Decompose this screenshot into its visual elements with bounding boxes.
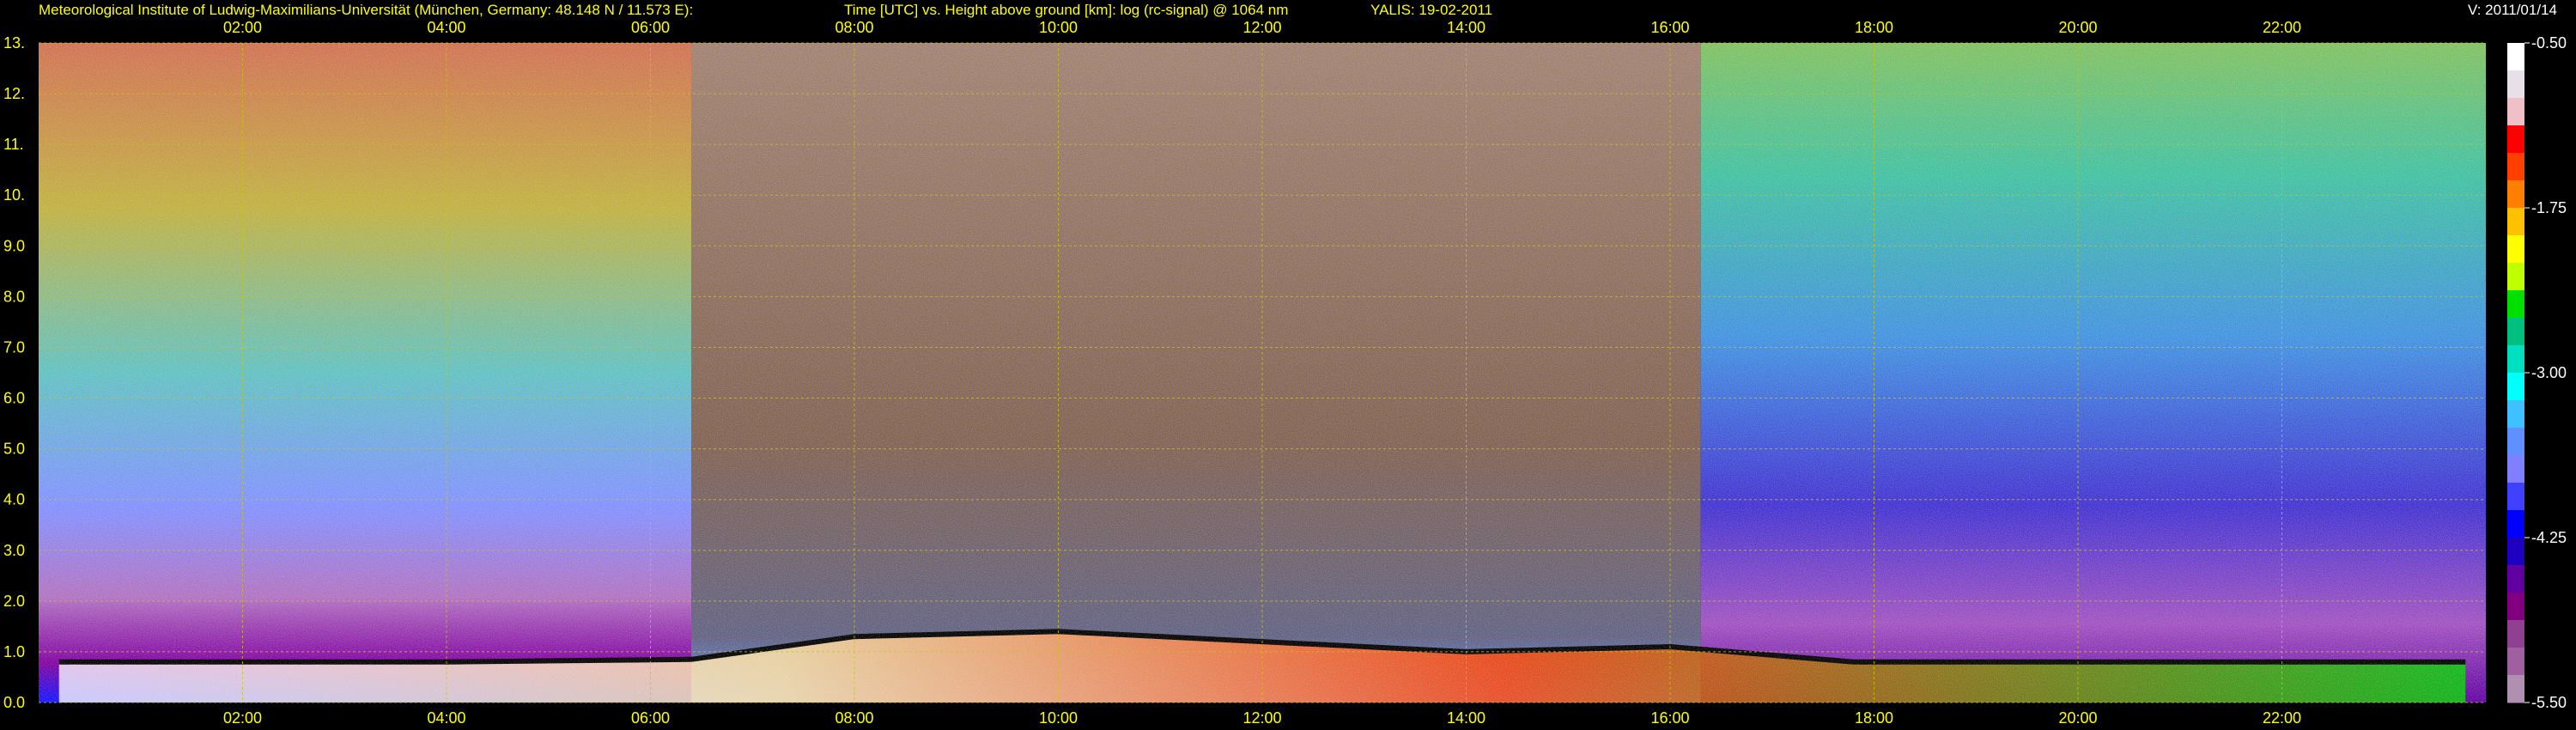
colorbar-segment-6 — [2507, 208, 2524, 236]
x-tick-top-0: 02:00 — [223, 19, 262, 36]
colorbar-segment-23 — [2507, 675, 2524, 703]
x-tick-bottom-10: 22:00 — [2263, 709, 2301, 727]
y-tick-12: 12. — [3, 85, 25, 102]
colorbar: -0.50 -1.75 -3.00 -4.25 -5.50 — [2507, 34, 2567, 711]
x-tick-top-1: 04:00 — [427, 19, 465, 36]
x-tick-top-9: 20:00 — [2058, 19, 2097, 36]
y-tick-5: 5.0 — [3, 441, 25, 458]
colorbar-tick-0: -0.50 — [2531, 34, 2567, 52]
x-tick-bottom-0: 02:00 — [223, 709, 262, 727]
colorbar-segment-18 — [2507, 538, 2524, 566]
x-tick-bottom-1: 04:00 — [427, 709, 465, 727]
colorbar-segment-16 — [2507, 483, 2524, 511]
colorbar-tick-3: -4.25 — [2531, 529, 2567, 546]
colorbar-segment-21 — [2507, 620, 2524, 648]
y-tick-3: 3.0 — [3, 542, 25, 559]
colorbar-segment-3 — [2507, 125, 2524, 154]
lidar-backscatter-chart: 02:00 04:00 06:00 08:00 10:00 12:00 14:00 16:00… — [3, 19, 2567, 727]
y-tick-11: 11. — [3, 136, 24, 153]
colorbar-segment-20 — [2507, 593, 2524, 621]
y-tick-13: 13. — [3, 34, 25, 52]
y-tick-6: 6.0 — [3, 390, 25, 407]
colorbar-tick-2: -3.00 — [2531, 364, 2567, 381]
x-tick-top-7: 16:00 — [1650, 19, 1689, 36]
colorbar-segment-4 — [2507, 153, 2524, 181]
x-tick-top-3: 08:00 — [835, 19, 873, 36]
y-tick-2: 2.0 — [3, 593, 25, 610]
x-axis-bottom: 02:00 04:00 06:00 08:00 10:00 12:00 14:00 16:00… — [223, 709, 2301, 727]
x-tick-top-8: 18:00 — [1855, 19, 1893, 36]
colorbar-segment-10 — [2507, 318, 2524, 346]
x-tick-top-6: 14:00 — [1447, 19, 1485, 36]
colorbar-segment-9 — [2507, 290, 2524, 319]
x-tick-bottom-6: 14:00 — [1447, 709, 1485, 727]
x-tick-bottom-7: 16:00 — [1650, 709, 1689, 727]
x-tick-bottom-4: 10:00 — [1039, 709, 1078, 727]
colorbar-segment-13 — [2507, 400, 2524, 429]
colorbar-segment-15 — [2507, 455, 2524, 484]
y-tick-8: 8.0 — [3, 288, 25, 305]
colorbar-segment-2 — [2507, 98, 2524, 126]
y-tick-0: 0.0 — [3, 694, 25, 711]
colorbar-tick-4: -5.50 — [2531, 694, 2567, 711]
x-tick-bottom-3: 08:00 — [835, 709, 873, 727]
colorbar-segment-8 — [2507, 263, 2524, 291]
y-axis: 0.0 1.0 2.0 3.0 4.0 5.0 6.0 7.0 8.0 9.0 10. 11. 12. 1… — [3, 34, 25, 711]
colorbar-segment-17 — [2507, 510, 2524, 538]
colorbar-segment-14 — [2507, 428, 2524, 456]
x-tick-top-2: 06:00 — [631, 19, 670, 36]
x-tick-bottom-2: 06:00 — [631, 709, 670, 727]
y-tick-1: 1.0 — [3, 643, 25, 660]
x-tick-bottom-9: 20:00 — [2058, 709, 2097, 727]
colorbar-segment-0 — [2507, 43, 2524, 71]
colorbar-segment-22 — [2507, 648, 2524, 676]
colorbar-segment-7 — [2507, 235, 2524, 264]
y-tick-9: 9.0 — [3, 237, 25, 254]
x-tick-top-4: 10:00 — [1039, 19, 1078, 36]
colorbar-segment-19 — [2507, 565, 2524, 593]
x-axis-top: 02:00 04:00 06:00 08:00 10:00 12:00 14:00 16:00… — [223, 19, 2301, 36]
colorbar-segment-5 — [2507, 180, 2524, 209]
y-tick-4: 4.0 — [3, 491, 25, 508]
colorbar-segment-1 — [2507, 70, 2524, 99]
colorbar-tick-1: -1.75 — [2531, 199, 2567, 216]
colorbar-segment-11 — [2507, 345, 2524, 374]
x-tick-bottom-5: 12:00 — [1242, 709, 1281, 727]
y-tick-7: 7.0 — [3, 338, 25, 356]
colorbar-segment-12 — [2507, 373, 2524, 401]
x-tick-bottom-8: 18:00 — [1855, 709, 1893, 727]
y-tick-10: 10. — [3, 186, 25, 204]
x-tick-top-5: 12:00 — [1242, 19, 1281, 36]
x-tick-top-10: 22:00 — [2263, 19, 2301, 36]
